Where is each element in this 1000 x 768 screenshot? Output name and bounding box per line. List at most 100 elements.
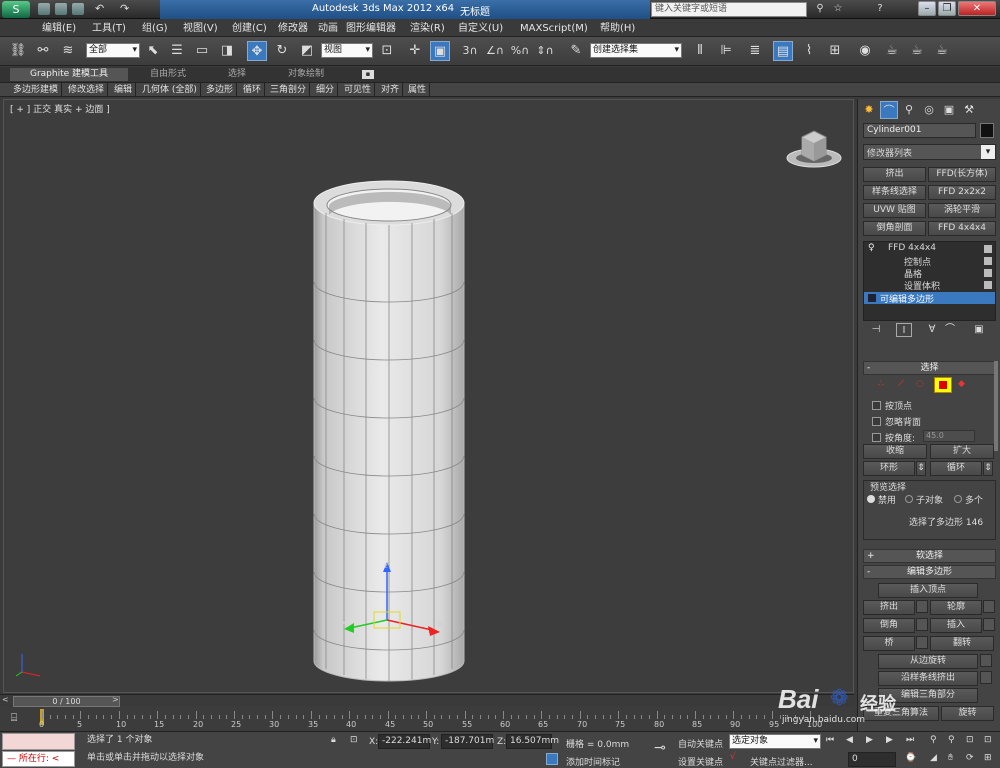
object-name-field[interactable]: Cylinder001 xyxy=(863,123,976,138)
prev-frame-icon[interactable]: < xyxy=(2,695,9,704)
lock-selection-icon[interactable]: 🔒︎ xyxy=(331,735,336,745)
restore-button[interactable]: ❐ xyxy=(938,1,956,16)
soft-selection-rollout-header[interactable]: + 软选择 xyxy=(863,549,996,563)
key-mode-dropdown[interactable]: 选定对象 xyxy=(729,734,821,749)
menu-tools[interactable]: 工具(T) xyxy=(92,21,126,36)
menu-create[interactable]: 创建(C) xyxy=(232,21,267,36)
vertex-icon[interactable]: ∴ xyxy=(878,379,884,389)
window-crossing-icon[interactable]: ◨ xyxy=(217,41,237,61)
current-frame-field[interactable]: 0 xyxy=(848,752,896,767)
element-icon[interactable]: ◆ xyxy=(958,379,965,389)
mod-spline-select-button[interactable]: 样条线选择 xyxy=(863,185,926,200)
stack-toggle-box[interactable] xyxy=(984,281,992,289)
preview-radio-off[interactable] xyxy=(867,495,875,503)
ring-button[interactable]: 环形 xyxy=(863,461,915,476)
loop-spinner[interactable]: ⇕ xyxy=(983,461,993,476)
angle-snap-icon[interactable]: ∠∩ xyxy=(485,41,505,61)
edit-polygons-rollout-header[interactable]: - 编辑多边形 xyxy=(863,565,996,579)
next-frame-icon[interactable]: > xyxy=(112,695,119,704)
close-button[interactable]: ✕ xyxy=(958,1,996,16)
stack-item[interactable]: ♀ FFD 4x4x4 xyxy=(864,243,995,255)
inset-settings-button[interactable] xyxy=(983,618,995,631)
snap-toggle-icon[interactable]: 3∩ xyxy=(460,41,480,61)
border-icon[interactable]: ◌ xyxy=(916,379,924,389)
mod-extrude-button[interactable]: 挤出 xyxy=(863,167,926,182)
time-slider[interactable]: < 0 / 100 > xyxy=(0,694,854,707)
modifier-list-dropdown[interactable]: 修改器列表 ▾ xyxy=(863,144,996,160)
next-key-icon[interactable]: ▶ xyxy=(886,735,893,745)
ribbon-properties[interactable]: 属性 xyxy=(405,83,431,97)
extrude-along-spline-button[interactable]: 沿样条线挤出 xyxy=(878,671,978,686)
object-color-swatch[interactable] xyxy=(980,123,994,138)
zoom-all-icon[interactable]: ⚲ xyxy=(948,735,955,745)
ribbon-tris[interactable]: 三角剖分 xyxy=(267,83,311,97)
redo-icon[interactable]: ↷ xyxy=(120,3,132,15)
insert-vertex-button[interactable]: 插入顶点 xyxy=(878,583,978,598)
absolute-mode-icon[interactable]: ⊡ xyxy=(350,735,358,745)
create-tab-icon[interactable]: ✸ xyxy=(860,101,878,119)
by-angle-checkbox[interactable] xyxy=(872,433,881,442)
save-file-icon[interactable] xyxy=(72,3,84,15)
mod-ffd-2x2x2-button[interactable]: FFD 2x2x2 xyxy=(928,185,996,200)
mod-turbosmooth-button[interactable]: 涡轮平滑 xyxy=(928,203,996,218)
material-editor-icon[interactable]: ◉ xyxy=(855,41,875,61)
ribbon-subdivision[interactable]: 细分 xyxy=(313,83,339,97)
ribbon-edit[interactable]: 编辑 xyxy=(111,83,137,97)
viewport-label-shading[interactable]: 真实 xyxy=(54,105,72,115)
time-slider-thumb[interactable]: 0 / 100 xyxy=(13,696,120,707)
ribbon-geometry-all[interactable]: 几何体 (全部) xyxy=(139,83,201,97)
ribbon-loops[interactable]: 循环 xyxy=(240,83,266,97)
zoom-extents-icon[interactable]: ⊡ xyxy=(966,735,974,745)
polygon-icon[interactable] xyxy=(934,377,952,393)
bevel-button[interactable]: 倒角 xyxy=(863,618,915,633)
viewport-label-view[interactable]: 正交 xyxy=(33,105,51,115)
viewport-label-plus[interactable]: [ + ] xyxy=(10,105,30,115)
zoom-extents-all-icon[interactable]: ⊡ xyxy=(984,735,992,745)
stack-item[interactable]: 控制点 xyxy=(864,255,995,268)
orbit-icon[interactable]: ⟳ xyxy=(966,753,974,763)
stack-expand-icon[interactable] xyxy=(868,294,876,302)
search-binoculars-icon[interactable]: ⚲ xyxy=(812,0,828,18)
mod-ffd-box-button[interactable]: FFD(长方体) xyxy=(928,167,996,182)
ribbon-visibility[interactable]: 可见性 xyxy=(341,83,376,97)
bridge-button[interactable]: 桥 xyxy=(863,636,915,651)
open-mini-curve-editor-icon[interactable]: ⌸ xyxy=(4,709,24,727)
angle-input[interactable]: 45.0 xyxy=(923,430,975,442)
help-icon[interactable]: ? xyxy=(872,0,888,18)
zoom-icon[interactable]: ⚲ xyxy=(930,735,937,745)
bridge-settings-button[interactable] xyxy=(916,636,928,649)
minimize-button[interactable]: – xyxy=(918,1,936,16)
mirror-icon[interactable]: ⫴ xyxy=(690,41,710,61)
z-coordinate-field[interactable]: 16.507mm xyxy=(506,734,559,749)
edit-named-sel-icon[interactable]: ✎ xyxy=(566,41,586,61)
layer-manager-icon[interactable]: ≣ xyxy=(745,41,765,61)
stack-item[interactable]: 晶格 xyxy=(864,267,995,280)
key-filter-icon[interactable]: √ xyxy=(730,752,736,762)
set-key-icon[interactable]: ⊸ xyxy=(648,738,672,758)
viewport-label[interactable]: [ + ] 正交 真实 + 边面 ] xyxy=(10,102,110,115)
schematic-view-icon[interactable]: ⊞ xyxy=(825,41,845,61)
manipulate-icon[interactable]: ✛ xyxy=(405,41,425,61)
menu-graph-editors[interactable]: 图形编辑器 xyxy=(346,21,396,36)
mod-ffd-4x4x4-button[interactable]: FFD 4x4x4 xyxy=(928,221,996,236)
open-file-icon[interactable] xyxy=(55,3,67,15)
goto-end-icon[interactable]: ⏭ xyxy=(906,735,914,745)
search-input[interactable]: 键入关键字或短语 xyxy=(651,2,807,17)
grow-button[interactable]: 扩大 xyxy=(930,444,994,459)
extrude-spline-settings-button[interactable] xyxy=(980,671,992,684)
menu-edit[interactable]: 编辑(E) xyxy=(42,21,76,36)
hinge-settings-button[interactable] xyxy=(980,654,992,667)
remove-modifier-icon[interactable]: ⌒ xyxy=(942,323,958,337)
stack-item-selected[interactable]: 可编辑多边形 xyxy=(864,292,995,305)
pin-stack-icon[interactable]: ⊣ xyxy=(868,323,884,337)
stack-toggle-box[interactable] xyxy=(984,245,992,253)
menu-maxscript[interactable]: MAXScript(M) xyxy=(520,21,588,36)
display-tab-icon[interactable]: ▣ xyxy=(940,101,958,119)
pivot-center-icon[interactable]: ⊡ xyxy=(377,41,397,61)
render-setup-icon[interactable]: ☕ xyxy=(882,41,902,61)
maxscript-current-line[interactable]: — 所在行: < xyxy=(2,751,75,767)
app-logo-icon[interactable]: S xyxy=(2,1,30,18)
ring-spinner[interactable]: ⇕ xyxy=(916,461,926,476)
menu-group[interactable]: 组(G) xyxy=(142,21,168,36)
loop-button[interactable]: 循环 xyxy=(930,461,982,476)
